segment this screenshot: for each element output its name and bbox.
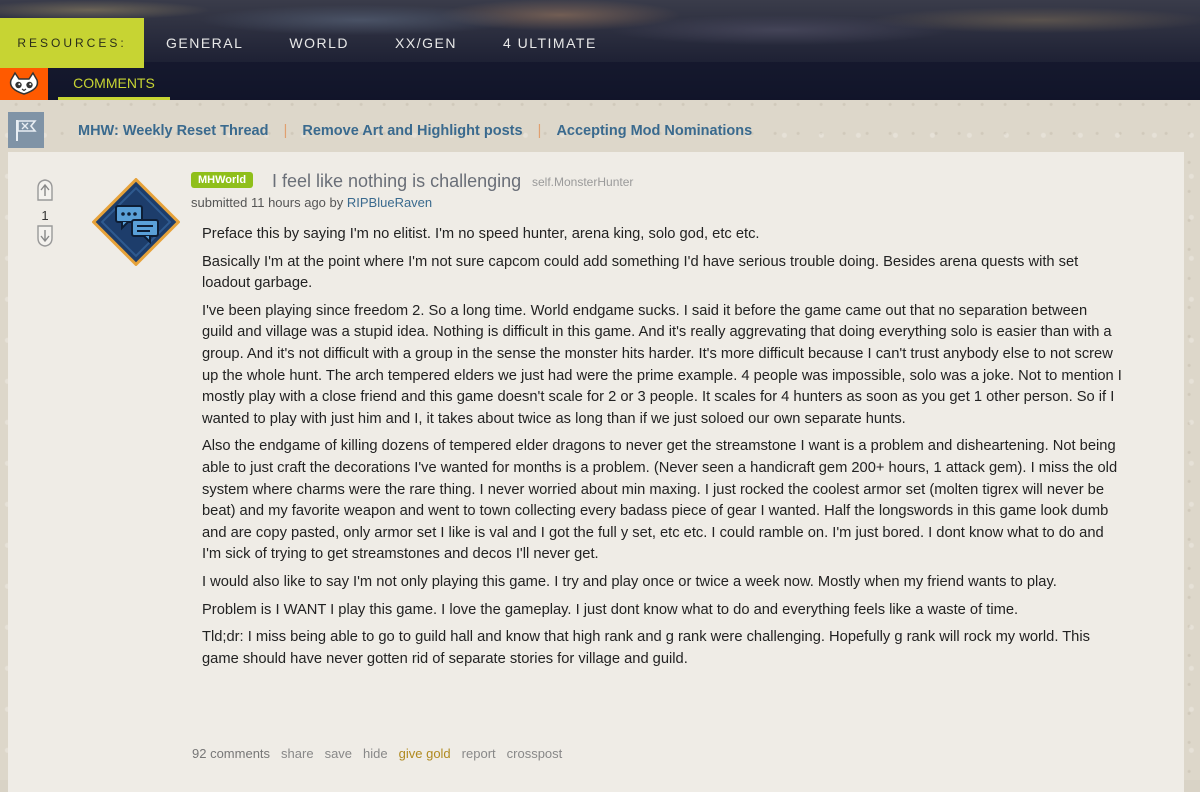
post-title[interactable]: I feel like nothing is challenging [272, 171, 521, 192]
separator: | [537, 122, 542, 139]
separator: | [283, 122, 288, 139]
post-domain[interactable]: self.MonsterHunter [532, 175, 633, 189]
share-button[interactable]: share [281, 746, 314, 761]
resources-label: RESOURCES: [0, 18, 144, 68]
sticky-link-weekly-reset[interactable]: MHW: Weekly Reset Thread [78, 123, 268, 139]
downvote-icon[interactable] [28, 224, 62, 253]
save-button[interactable]: save [325, 746, 352, 761]
sticky-link-mod-nominations[interactable]: Accepting Mod Nominations [556, 123, 752, 139]
nav-4-ultimate[interactable]: 4 ULTIMATE [503, 35, 597, 51]
sticky-link-remove-art[interactable]: Remove Art and Highlight posts [302, 123, 522, 139]
palico-logo-icon[interactable] [0, 68, 48, 100]
header-tab-strip [0, 62, 1200, 100]
post-actions: 92 comments share save hide give gold re… [192, 746, 573, 761]
post-thumbnail[interactable] [91, 177, 181, 267]
body-paragraph: Also the endgame of killing dozens of te… [202, 438, 1118, 563]
flag-icon [8, 112, 44, 148]
vote-column: 1 [28, 178, 62, 253]
post-flair: MHWorld [191, 172, 254, 188]
submitted-text: submitted 11 hours ago by [191, 195, 344, 210]
nav-xx-gen[interactable]: XX/GEN [395, 35, 457, 51]
hide-button[interactable]: hide [363, 746, 388, 761]
score: 1 [41, 208, 49, 223]
body-paragraph: Problem is I WANT I play this game. I lo… [202, 601, 1019, 618]
body-paragraph: Tld;dr: I miss being able to go to guild… [202, 629, 1090, 667]
tab-comments[interactable]: COMMENTS [58, 68, 170, 100]
post-tagline: submitted 11 hours ago by RIPBlueRaven [191, 195, 432, 210]
nav-general[interactable]: GENERAL [166, 35, 243, 51]
comments-link[interactable]: 92 comments [192, 746, 270, 761]
body-paragraph: Basically I'm at the point where I'm not… [202, 253, 1079, 292]
report-button[interactable]: report [462, 746, 496, 761]
author-link[interactable]: RIPBlueRaven [347, 195, 432, 210]
top-nav: GENERAL WORLD XX/GEN 4 ULTIMATE [166, 35, 643, 51]
crosspost-button[interactable]: crosspost [507, 746, 563, 761]
upvote-icon[interactable] [28, 178, 62, 207]
body-paragraph: Preface this by saying I'm no elitist. I… [202, 226, 760, 242]
sticky-links-bar: MHW: Weekly Reset Thread | Remove Art an… [78, 122, 752, 139]
body-paragraph: I would also like to say I'm not only pl… [202, 573, 1057, 590]
post-body: Preface this by saying I'm no elitist. I… [202, 224, 1122, 676]
nav-world[interactable]: WORLD [289, 35, 349, 51]
body-paragraph: I've been playing since freedom 2. So a … [202, 302, 1122, 427]
give-gold-button[interactable]: give gold [399, 746, 451, 761]
